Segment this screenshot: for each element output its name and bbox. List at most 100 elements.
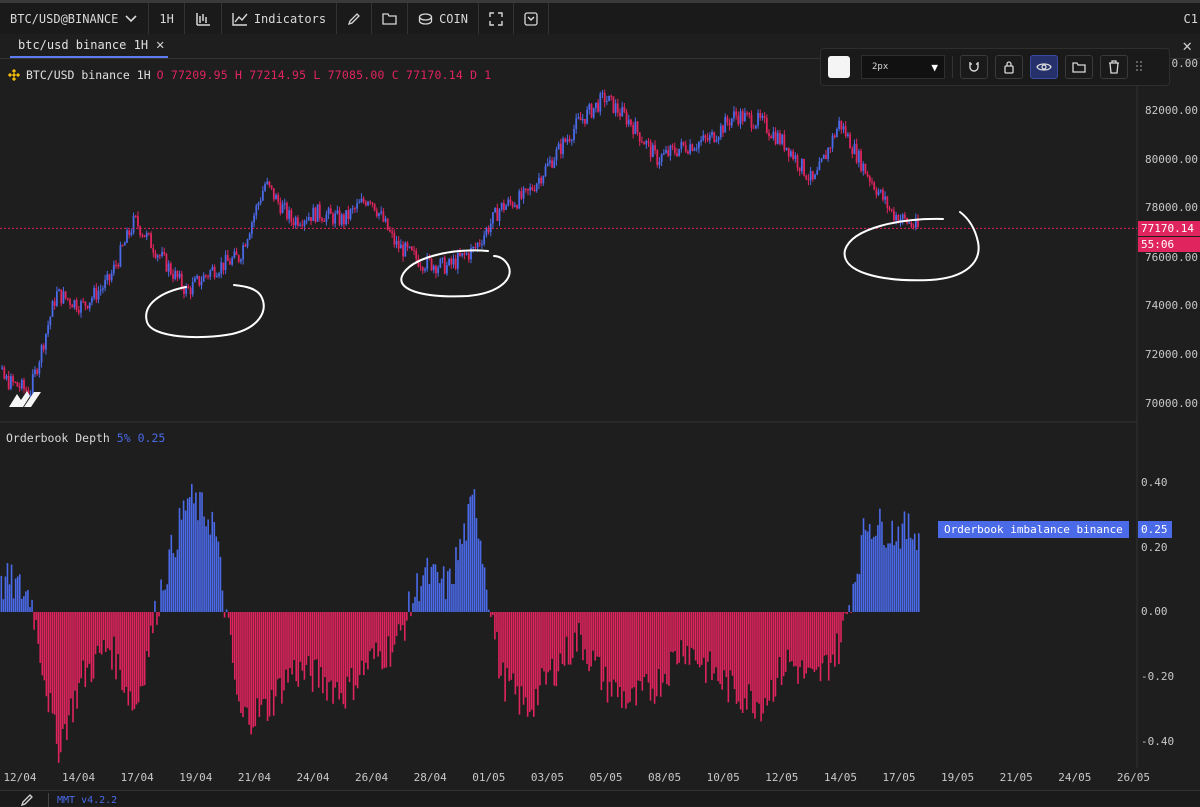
tab-chart[interactable]: btc/usd binance 1H ✕ [10, 34, 169, 58]
imbalance-bar [713, 612, 715, 674]
line-width-select[interactable]: 2px ▼ [861, 55, 945, 79]
candle-body [99, 289, 102, 291]
indicator-title[interactable]: Orderbook Depth 5% 0.25 [6, 431, 165, 445]
imbalance-bar [659, 612, 662, 697]
toolbar-divider [952, 56, 953, 78]
price-tick-top-partial: 0.00 [1171, 57, 1199, 70]
imbalance-bar [774, 612, 777, 697]
layout-folder-button[interactable] [372, 3, 409, 34]
candle-body [119, 245, 122, 267]
indicators-button[interactable]: Indicators [222, 3, 338, 34]
imbalance-bar [21, 598, 23, 612]
visibility-button[interactable] [1030, 55, 1058, 79]
imbalance-bar [320, 612, 322, 668]
candle-body [362, 198, 365, 202]
candle-body [371, 202, 374, 204]
candle-body [277, 194, 280, 202]
imbalance-bar [311, 612, 314, 692]
imbalance-bar [739, 612, 742, 710]
candle-body [3, 367, 6, 379]
fullscreen-button[interactable] [479, 3, 514, 34]
candle-body [884, 196, 887, 200]
interval-selector[interactable]: 1H [149, 3, 185, 34]
time-axis[interactable]: 12/04 14/04 17/04 19/04 21/04 24/04 26/04 28/04… [0, 768, 1150, 788]
magnet-button[interactable] [960, 55, 988, 79]
pencil-icon[interactable] [20, 793, 34, 807]
window-close-icon[interactable]: ✕ [1182, 36, 1192, 55]
imbalance-bar [805, 612, 807, 674]
candle-body [156, 255, 159, 258]
imbalance-bar [352, 612, 355, 701]
candle-body [827, 147, 830, 160]
candle-body [662, 152, 665, 155]
candle-body [176, 270, 179, 278]
imbalance-bar [422, 575, 425, 612]
imbalance-bar [600, 612, 603, 691]
imbalance-bar [653, 612, 656, 704]
imbalance-bar [836, 612, 838, 634]
candle-body [1, 367, 4, 369]
indicator-param-val: 0.25 [137, 431, 166, 445]
candle-body [676, 152, 678, 156]
imbalance-bar [592, 612, 594, 651]
imbalance-bar [2, 599, 5, 612]
imbalance-bar [180, 519, 183, 612]
candle-body [890, 209, 893, 211]
screenshot-button[interactable] [514, 3, 549, 34]
imbalance-bar [700, 612, 703, 665]
imbalance-bar [559, 612, 562, 654]
imbalance-bar [870, 538, 873, 612]
time-tick: 14/05 [823, 771, 857, 784]
chart-canvas[interactable] [0, 0, 1200, 806]
delete-button[interactable] [1100, 55, 1128, 79]
imbalance-bar [551, 612, 554, 659]
imbalance-bar [670, 612, 672, 652]
time-tick: 10/05 [706, 771, 740, 784]
candle-body [481, 244, 483, 246]
imbalance-bar [506, 612, 508, 669]
imbalance-bar [483, 567, 486, 612]
color-swatch[interactable] [828, 56, 850, 78]
candle-body [500, 202, 503, 210]
time-tick: 05/05 [589, 771, 623, 784]
coin-button[interactable]: COIN [408, 3, 479, 34]
save-template-button[interactable] [1065, 55, 1093, 79]
chart-type-button[interactable] [185, 3, 222, 34]
imbalance-bar [467, 504, 470, 612]
candle-body [413, 250, 415, 252]
imbalance-bar [246, 612, 248, 708]
imbalance-bar [809, 612, 812, 668]
imbalance-bar [602, 612, 605, 682]
lock-button[interactable] [995, 55, 1023, 79]
imbalance-bar [614, 612, 617, 683]
bottom-bar: MMT v4.2.2 [0, 790, 1200, 807]
candle-body [849, 134, 851, 149]
imbalance-bar [29, 607, 31, 612]
imbalance-bar [18, 574, 21, 612]
imbalance-bar [100, 612, 103, 655]
candle-body [836, 128, 838, 138]
imbalance-bar [723, 612, 726, 671]
candle-body [465, 253, 468, 255]
imbalance-bar [791, 612, 793, 662]
imbalance-bar [514, 612, 517, 695]
candle-body [733, 111, 735, 119]
imbalance-bar [342, 612, 345, 705]
candle-body [726, 116, 729, 123]
candle-body [148, 233, 150, 235]
top-right-label[interactable]: C1 [1184, 12, 1198, 26]
imbalance-bar [406, 612, 408, 621]
imbalance-bar [844, 612, 846, 614]
imbalance-bar [356, 612, 359, 689]
candle-body [82, 301, 85, 303]
symbol-selector[interactable]: BTC/USD@BINANCE [0, 3, 150, 34]
candle-body [196, 276, 199, 279]
close-icon[interactable]: ✕ [156, 37, 164, 53]
candle-body [895, 214, 897, 221]
imbalance-bar [879, 508, 881, 612]
imbalance-bar [838, 612, 840, 665]
draw-button[interactable] [337, 3, 373, 34]
candle-body [215, 275, 218, 278]
imbalance-bar [750, 612, 752, 691]
candle-body [825, 154, 827, 160]
